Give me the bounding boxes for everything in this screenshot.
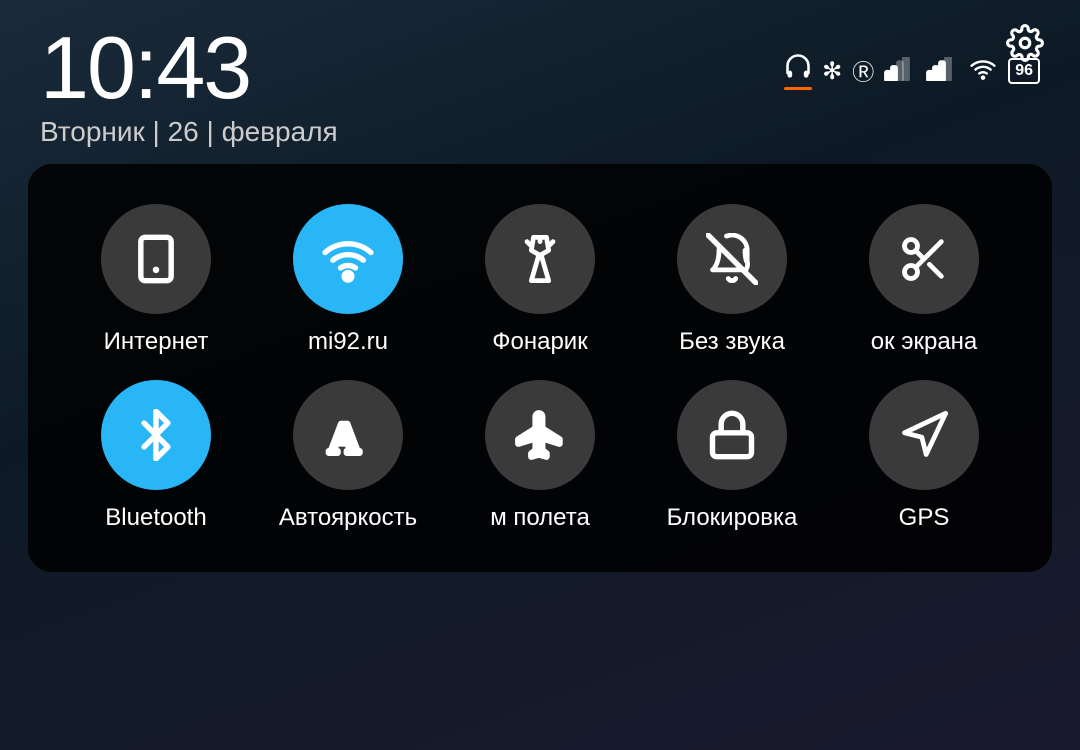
tile-circle-airplane: [485, 380, 595, 490]
quick-settings-panel: Интернет mi92.ru Фонарик Без звука ок экрана…: [28, 164, 1052, 572]
time-display: 10:43: [40, 24, 338, 112]
tile-bluetooth[interactable]: Bluetooth: [60, 380, 252, 532]
signal2-icon: [926, 57, 958, 86]
tile-internet[interactable]: Интернет: [60, 204, 252, 356]
tile-gps[interactable]: GPS: [828, 380, 1020, 532]
tile-circle-flashlight: [485, 204, 595, 314]
tile-flashlight[interactable]: Фонарик: [444, 204, 636, 356]
status-bar: 10:43 Вторник | 26 | февраля ✻ Ⓡ: [0, 0, 1080, 164]
time-section: 10:43 Вторник | 26 | февраля: [40, 24, 338, 148]
settings-button[interactable]: [1006, 24, 1044, 71]
headphone-underline: [784, 87, 812, 90]
status-icons: ✻ Ⓡ: [784, 24, 1040, 90]
bluetooth-status-icon: ✻: [822, 57, 842, 86]
tile-label-brightness: Автояркость: [279, 504, 417, 532]
tile-label-airplane: м полета: [490, 504, 590, 532]
tile-label-wifi: mi92.ru: [308, 328, 388, 356]
tile-circle-screenshot: [869, 204, 979, 314]
tile-label-bluetooth: Bluetooth: [105, 504, 206, 532]
signal1-icon: [884, 57, 916, 86]
tile-lock[interactable]: Блокировка: [636, 380, 828, 532]
tile-circle-silent: [677, 204, 787, 314]
tiles-grid: Интернет mi92.ru Фонарик Без звука ок экрана…: [60, 204, 1020, 532]
tile-label-internet: Интернет: [104, 328, 209, 356]
tile-screenshot[interactable]: ок экрана: [828, 204, 1020, 356]
tile-circle-bluetooth: [101, 380, 211, 490]
wifi-status-icon: [968, 56, 998, 87]
tile-label-silent: Без звука: [679, 328, 785, 356]
tile-circle-wifi: [293, 204, 403, 314]
headphone-icon: [784, 52, 812, 90]
tile-circle-gps: [869, 380, 979, 490]
svg-text:A: A: [329, 414, 360, 461]
tile-label-lock: Блокировка: [667, 504, 798, 532]
tile-circle-lock: [677, 380, 787, 490]
tile-silent[interactable]: Без звука: [636, 204, 828, 356]
tile-wifi[interactable]: mi92.ru: [252, 204, 444, 356]
tile-circle-brightness: A: [293, 380, 403, 490]
tile-airplane[interactable]: м полета: [444, 380, 636, 532]
date-display: Вторник | 26 | февраля: [40, 116, 338, 148]
tile-brightness[interactable]: A Автояркость: [252, 380, 444, 532]
registered-icon: Ⓡ: [852, 55, 874, 87]
tile-circle-internet: [101, 204, 211, 314]
tile-label-flashlight: Фонарик: [492, 328, 587, 356]
tile-label-screenshot: ок экрана: [871, 328, 978, 356]
tile-label-gps: GPS: [899, 504, 950, 532]
